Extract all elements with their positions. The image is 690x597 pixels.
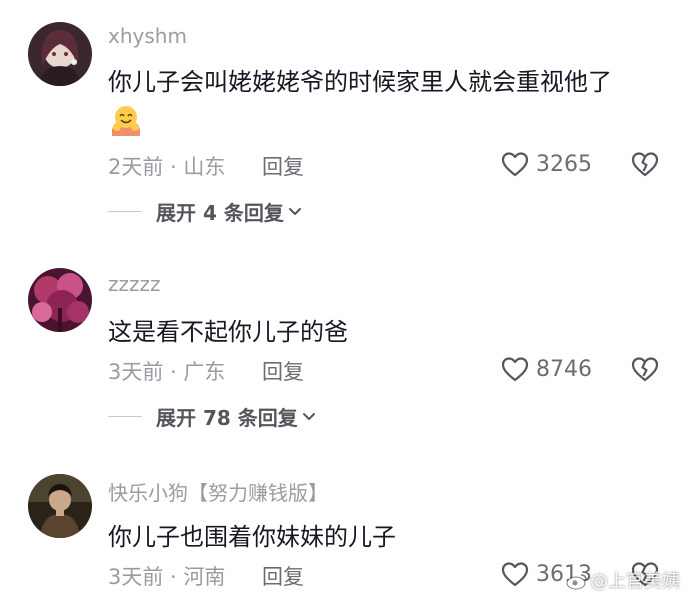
dislike-button[interactable] [630,354,660,384]
divider [108,210,142,212]
time-location: 3天前 · 广东 [108,360,226,384]
expand-label: 展开 78 条回复 [156,405,298,430]
comment-text: 你儿子也围着你妹妹的儿子 [108,523,396,551]
dislike-button[interactable] [630,149,660,179]
like-button[interactable]: 3265 [500,149,592,179]
expand-label: 展开 4 条回复 [156,200,284,225]
divider [108,415,142,417]
username[interactable]: zzzzz [108,272,161,296]
comment-list: xhyshm 你儿子会叫姥姥姥爷的时候家里人就会重视他了 2天前 · 山东 回复… [0,0,690,597]
chevron-down-icon [288,208,301,215]
heart-icon [501,357,529,382]
expand-replies-button[interactable]: 展开 4 条回复 [108,197,302,225]
watermark-text: @上官美姨 [590,571,680,592]
weibo-icon [566,574,587,590]
reply-button[interactable]: 回复 [262,561,304,591]
broken-heart-icon [631,152,659,177]
time-location: 3天前 · 河南 [108,565,226,589]
watermark: @上官美姨 [566,567,680,593]
like-button[interactable]: 8746 [500,354,592,384]
comment-text: 这是看不起你儿子的爸 [108,318,348,346]
reply-button[interactable]: 回复 [262,151,304,181]
expand-replies-button[interactable]: 展开 78 条回复 [108,402,316,430]
avatar[interactable] [28,22,92,86]
heart-icon [501,562,529,587]
like-count: 3265 [536,151,592,177]
time-location: 2天前 · 山东 [108,155,226,179]
like-count: 8746 [536,356,592,382]
hugging-face-emoji-icon [108,102,144,138]
chevron-down-icon [302,413,315,420]
username[interactable]: xhyshm [108,24,187,48]
avatar[interactable] [28,474,92,538]
comment-text: 你儿子会叫姥姥姥爷的时候家里人就会重视他了 [108,68,612,96]
reply-button[interactable]: 回复 [262,356,304,386]
avatar[interactable] [28,268,92,332]
heart-icon [501,152,529,177]
broken-heart-icon [631,357,659,382]
username[interactable]: 快乐小狗【努力赚钱版】 [108,477,328,506]
